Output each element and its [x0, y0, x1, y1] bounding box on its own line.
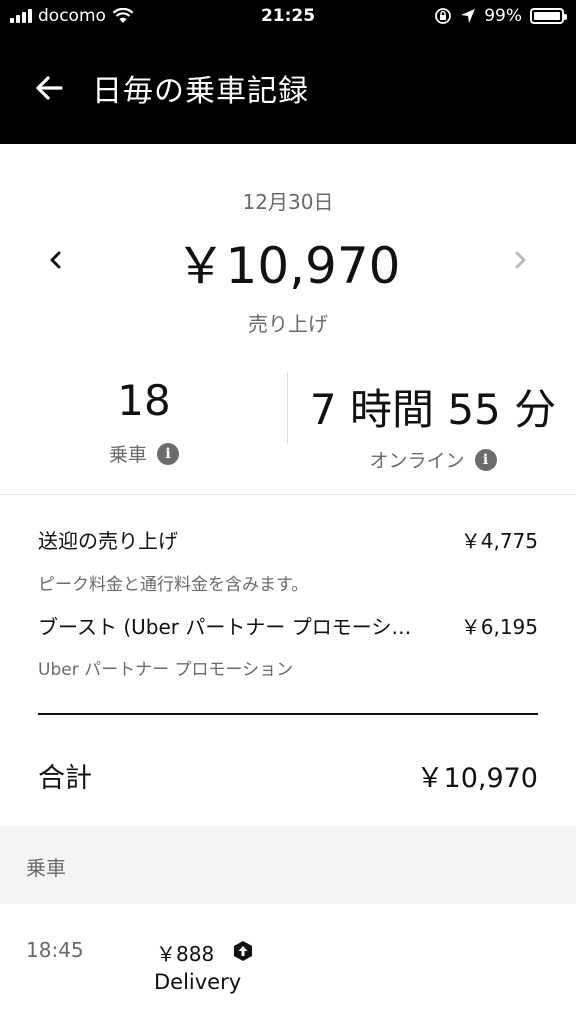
rides-label-group: 乗車 i [0, 440, 288, 467]
breakdown-value: ￥4,775 [460, 529, 538, 553]
trips-section-title: 乗車 [26, 856, 66, 880]
divider [0, 494, 576, 495]
rides-label: 乗車 [108, 444, 147, 466]
header: 日毎の乗車記録 [0, 60, 576, 114]
page-title: 日毎の乗車記録 [92, 74, 309, 109]
rides-count: 18 [117, 376, 171, 425]
breakdown-label: ブースト (Uber パートナー プロモーシ… [38, 615, 412, 639]
online-duration: 7 時間 55 分 [309, 385, 557, 434]
breakdown-label: 送迎の売り上げ [38, 529, 178, 553]
trips-section-header: 乗車 [0, 826, 576, 904]
breakdown-note: Uber パートナー プロモーション [38, 660, 294, 680]
summary-date: 12月30日 [242, 190, 334, 214]
chevron-right-icon [515, 251, 526, 269]
battery-icon [530, 8, 567, 24]
daily-total: ￥10,970 [175, 237, 401, 295]
breakdown-value: ￥6,195 [460, 615, 538, 639]
top-bar: docomo 21:25 99% 日毎の乗車記録 [0, 0, 576, 144]
boost-icon [234, 941, 252, 961]
back-button[interactable] [34, 64, 74, 108]
status-bar: docomo 21:25 99% [0, 0, 576, 34]
daily-total-label: 売り上げ [248, 312, 328, 336]
next-day-button[interactable] [504, 240, 536, 280]
location-arrow-icon [461, 9, 476, 23]
online-label: オンライン [369, 450, 465, 472]
stats-divider [287, 372, 288, 444]
trip-fare: ￥888 [156, 942, 215, 966]
trip-time: 18:45 [26, 938, 84, 962]
online-info-icon[interactable]: i [474, 448, 497, 471]
arrow-left-icon [36, 76, 63, 100]
trip-type: Delivery [154, 970, 242, 994]
rides-info-icon[interactable]: i [157, 442, 179, 465]
battery-percent: 99% [484, 6, 522, 26]
grand-total-label: 合計 [38, 763, 92, 794]
grand-total-value: ￥10,970 [416, 763, 538, 794]
online-label-group: オンライン i [290, 446, 576, 473]
breakdown-note: ピーク料金と通行料金を含みます。 [38, 575, 309, 595]
trip-row[interactable]: 18:45 ￥888 Delivery [0, 904, 576, 1024]
orientation-lock-icon [435, 8, 452, 24]
total-divider [38, 713, 538, 715]
status-right: 99% [434, 6, 567, 26]
